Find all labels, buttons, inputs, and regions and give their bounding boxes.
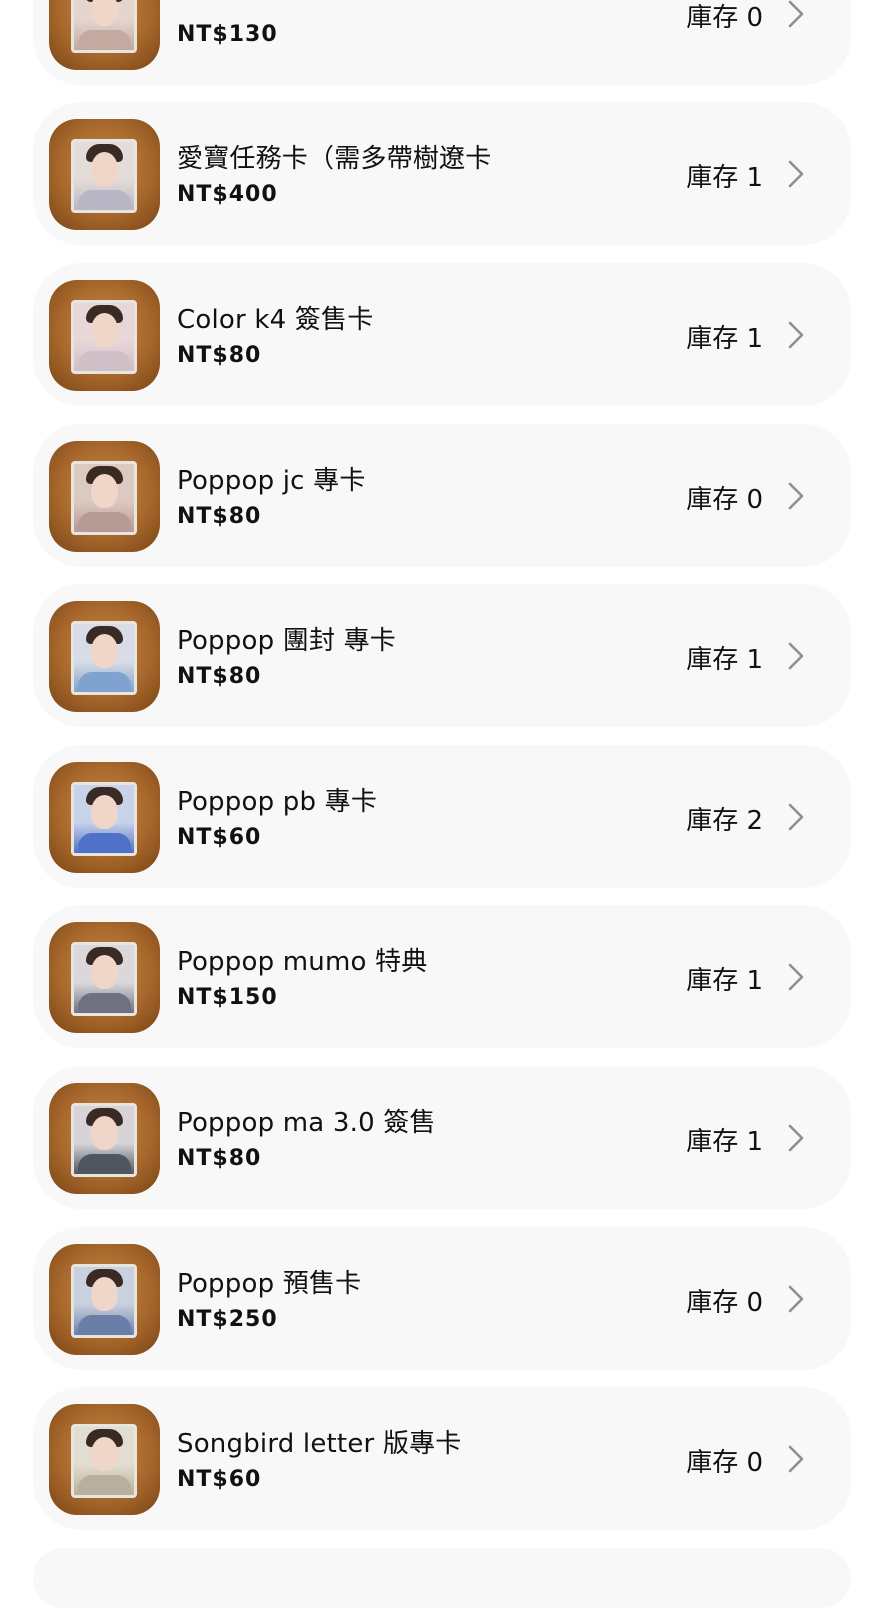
- product-name: Poppop ma 3.0 簽售: [177, 1108, 436, 1138]
- product-name: Poppop jc 專卡: [177, 466, 366, 496]
- product-price: NT$130: [177, 22, 278, 47]
- product-name: Songbird letter 版專卡: [177, 1429, 462, 1459]
- product-thumbnail: [49, 119, 160, 230]
- list-item[interactable]: Poppop ma 3.0 簽售 NT$80 庫存 1: [33, 1066, 851, 1209]
- list-item[interactable]: Poppop jc 專卡 NT$80 庫存 0: [33, 424, 851, 567]
- product-name: 愛寶任務卡（需多帶樹遼卡: [177, 144, 492, 174]
- chevron-right-icon: [785, 1444, 807, 1474]
- product-price: NT$80: [177, 504, 262, 529]
- photocard-image: [71, 461, 137, 535]
- photocard-image: [71, 300, 137, 374]
- product-price: NT$60: [177, 825, 262, 850]
- list-item[interactable]: Color k4 簽售卡 NT$80 庫存 1: [33, 263, 851, 406]
- product-thumbnail: [49, 601, 160, 712]
- photocard-image: [71, 1103, 137, 1177]
- chevron-right-icon: [785, 1123, 807, 1153]
- chevron-right-icon: [785, 320, 807, 350]
- stock-count: 庫存 1: [686, 163, 763, 193]
- stock-count: 庫存 0: [686, 1288, 763, 1318]
- chevron-right-icon: [785, 1284, 807, 1314]
- photocard-image: [71, 0, 137, 53]
- stock-count: 庫存 0: [686, 1448, 763, 1478]
- product-price: NT$150: [177, 985, 278, 1010]
- product-price: NT$80: [177, 664, 262, 689]
- product-price: NT$60: [177, 1467, 262, 1492]
- photocard-image: [71, 1424, 137, 1498]
- product-thumbnail: [49, 922, 160, 1033]
- product-thumbnail: [49, 441, 160, 552]
- chevron-right-icon: [785, 802, 807, 832]
- stock-count: 庫存 1: [686, 645, 763, 675]
- product-name: Poppop 團封 專卡: [177, 626, 397, 656]
- list-item[interactable]: Poppop 團封 專卡 NT$80 庫存 1: [33, 584, 851, 727]
- chevron-right-icon: [785, 481, 807, 511]
- product-name: Color k4 簽售卡: [177, 305, 374, 335]
- product-thumbnail: [49, 1083, 160, 1194]
- product-thumbnail: [49, 762, 160, 873]
- product-price: NT$250: [177, 1307, 278, 1332]
- photocard-image: [71, 942, 137, 1016]
- stock-count: 庫存 1: [686, 324, 763, 354]
- product-thumbnail: [49, 280, 160, 391]
- product-list: NT$130 庫存 0 愛寶任務卡（需多帶樹遼卡 NT$400 庫存 1 Col…: [0, 0, 884, 1608]
- list-item[interactable]: Songbird letter 版專卡 NT$60 庫存 0: [33, 1387, 851, 1530]
- stock-count: 庫存 2: [686, 806, 763, 836]
- product-thumbnail: [49, 0, 160, 70]
- chevron-right-icon: [785, 0, 807, 29]
- stock-count: 庫存 1: [686, 1127, 763, 1157]
- chevron-right-icon: [785, 159, 807, 189]
- list-item[interactable]: NT$130 庫存 0: [33, 0, 851, 85]
- product-price: NT$80: [177, 1146, 262, 1171]
- photocard-image: [71, 139, 137, 213]
- list-item-partial[interactable]: [33, 1548, 851, 1608]
- stock-count: 庫存 1: [686, 966, 763, 996]
- chevron-right-icon: [785, 962, 807, 992]
- list-item[interactable]: Poppop mumo 特典 NT$150 庫存 1: [33, 905, 851, 1048]
- stock-count: 庫存 0: [686, 485, 763, 515]
- list-item[interactable]: 愛寶任務卡（需多帶樹遼卡 NT$400 庫存 1: [33, 102, 851, 245]
- photocard-image: [71, 1264, 137, 1338]
- product-price: NT$80: [177, 343, 262, 368]
- list-item[interactable]: Poppop 預售卡 NT$250 庫存 0: [33, 1227, 851, 1370]
- product-thumbnail: [49, 1244, 160, 1355]
- product-price: NT$400: [177, 182, 278, 207]
- product-name: Poppop 預售卡: [177, 1269, 362, 1299]
- list-item[interactable]: Poppop pb 專卡 NT$60 庫存 2: [33, 745, 851, 888]
- photocard-image: [71, 782, 137, 856]
- product-thumbnail: [49, 1404, 160, 1515]
- stock-count: 庫存 0: [686, 3, 763, 33]
- product-name: Poppop mumo 特典: [177, 947, 428, 977]
- product-name: Poppop pb 專卡: [177, 787, 378, 817]
- chevron-right-icon: [785, 641, 807, 671]
- photocard-image: [71, 621, 137, 695]
